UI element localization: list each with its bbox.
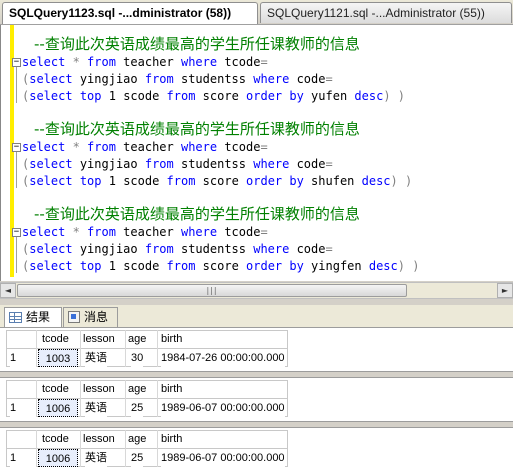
code-line: (select yingjiao from studentss where co… [22,242,333,256]
scroll-left-icon[interactable]: ◄ [0,283,16,298]
message-icon [68,311,80,323]
results-pane: tcode lesson age birth 1 1003 英语 30 1984… [0,327,513,475]
outline-line [16,237,17,273]
code-line: (select top 1 scode from score order by … [22,259,420,273]
result-set-divider[interactable] [0,371,513,378]
code-line: (select top 1 scode from score order by … [22,89,405,103]
column-header-age[interactable]: age [128,330,146,348]
table-row[interactable]: 1 1006 英语 25 1989-06-07 00:00:00.000 [6,399,288,417]
column-header-age[interactable]: age [128,430,146,448]
cell-tcode[interactable]: 1003 [38,349,78,367]
tab-results[interactable]: 结果 [4,307,62,327]
cell-tcode[interactable]: 1006 [38,449,78,467]
column-header-tcode[interactable]: tcode [42,380,69,398]
column-header-birth[interactable]: birth [161,330,182,348]
document-tab-bar: SQLQuery1123.sql -...dministrator (58)) … [0,0,513,25]
column-header-row: tcode lesson age birth [6,380,288,398]
column-header-row: tcode lesson age birth [6,330,288,348]
tab-messages[interactable]: 消息 [63,307,118,327]
column-header-tcode[interactable]: tcode [42,430,69,448]
scrollbar-thumb[interactable]: ||| [17,284,407,297]
code-comment: --查询此次英语成绩最高的学生所任课教师的信息 [34,120,360,138]
cell-age[interactable]: 30 [131,349,144,367]
code-line: (select yingjiao from studentss where co… [22,157,333,171]
column-header-birth[interactable]: birth [161,430,182,448]
column-header-birth[interactable]: birth [161,380,182,398]
cell-lesson[interactable]: 英语 [85,399,107,417]
result-set-divider[interactable] [0,421,513,428]
cell-age[interactable]: 25 [131,449,144,467]
query-editor[interactable]: − --查询此次英语成绩最高的学生所任课教师的信息 select * from … [0,25,513,281]
code-line: select * from teacher where tcode= [22,140,268,154]
tab-sqlquery1123[interactable]: SQLQuery1123.sql -...dministrator (58)) [2,2,258,24]
row-number[interactable]: 1 [10,349,36,367]
cell-lesson[interactable]: 英语 [85,349,107,367]
editor-gutter [1,25,9,281]
outline-line [16,152,17,188]
column-header-lesson[interactable]: lesson [83,430,115,448]
scroll-right-icon[interactable]: ► [497,283,513,298]
cell-lesson[interactable]: 英语 [85,449,107,467]
outline-line [16,67,17,103]
collapse-toggle-icon[interactable]: − [12,58,21,67]
table-row[interactable]: 1 1006 英语 25 1989-06-07 00:00:00.000 [6,449,288,467]
code-line: select * from teacher where tcode= [22,225,268,239]
cell-birth[interactable]: 1989-06-07 00:00:00.000 [161,449,285,467]
code-line: select * from teacher where tcode= [22,55,268,69]
cell-tcode[interactable]: 1006 [38,399,78,417]
result-grid[interactable]: tcode lesson age birth 1 1003 英语 30 1984… [6,330,513,370]
column-header-tcode[interactable]: tcode [42,330,69,348]
column-header-age[interactable]: age [128,380,146,398]
row-number[interactable]: 1 [10,449,36,467]
column-header-lesson[interactable]: lesson [83,330,115,348]
code-line: (select top 1 scode from score order by … [22,174,413,188]
grid-icon [9,312,22,323]
cell-birth[interactable]: 1984-07-26 00:00:00.000 [161,349,285,367]
column-header-lesson[interactable]: lesson [83,380,115,398]
code-comment: --查询此次英语成绩最高的学生所任课教师的信息 [34,35,360,53]
collapse-toggle-icon[interactable]: − [12,143,21,152]
collapse-toggle-icon[interactable]: − [12,228,21,237]
cell-birth[interactable]: 1989-06-07 00:00:00.000 [161,399,285,417]
row-number[interactable]: 1 [10,399,36,417]
results-tab-strip: 结果 消息 [0,305,513,327]
cell-age[interactable]: 25 [131,399,144,417]
table-row[interactable]: 1 1003 英语 30 1984-07-26 00:00:00.000 [6,349,288,367]
code-comment: --查询此次英语成绩最高的学生所任课教师的信息 [34,205,360,223]
column-header-row: tcode lesson age birth [6,430,288,448]
result-grid[interactable]: tcode lesson age birth 1 1006 英语 25 1989… [6,380,513,420]
code-line: (select yingjiao from studentss where co… [22,72,333,86]
tab-sqlquery1121[interactable]: SQLQuery1121.sql -...Administrator (55)) [260,2,512,23]
result-grid[interactable]: tcode lesson age birth 1 1006 英语 25 1989… [6,430,513,470]
editor-horizontal-scrollbar[interactable]: ◄ ||| ► [0,282,513,299]
